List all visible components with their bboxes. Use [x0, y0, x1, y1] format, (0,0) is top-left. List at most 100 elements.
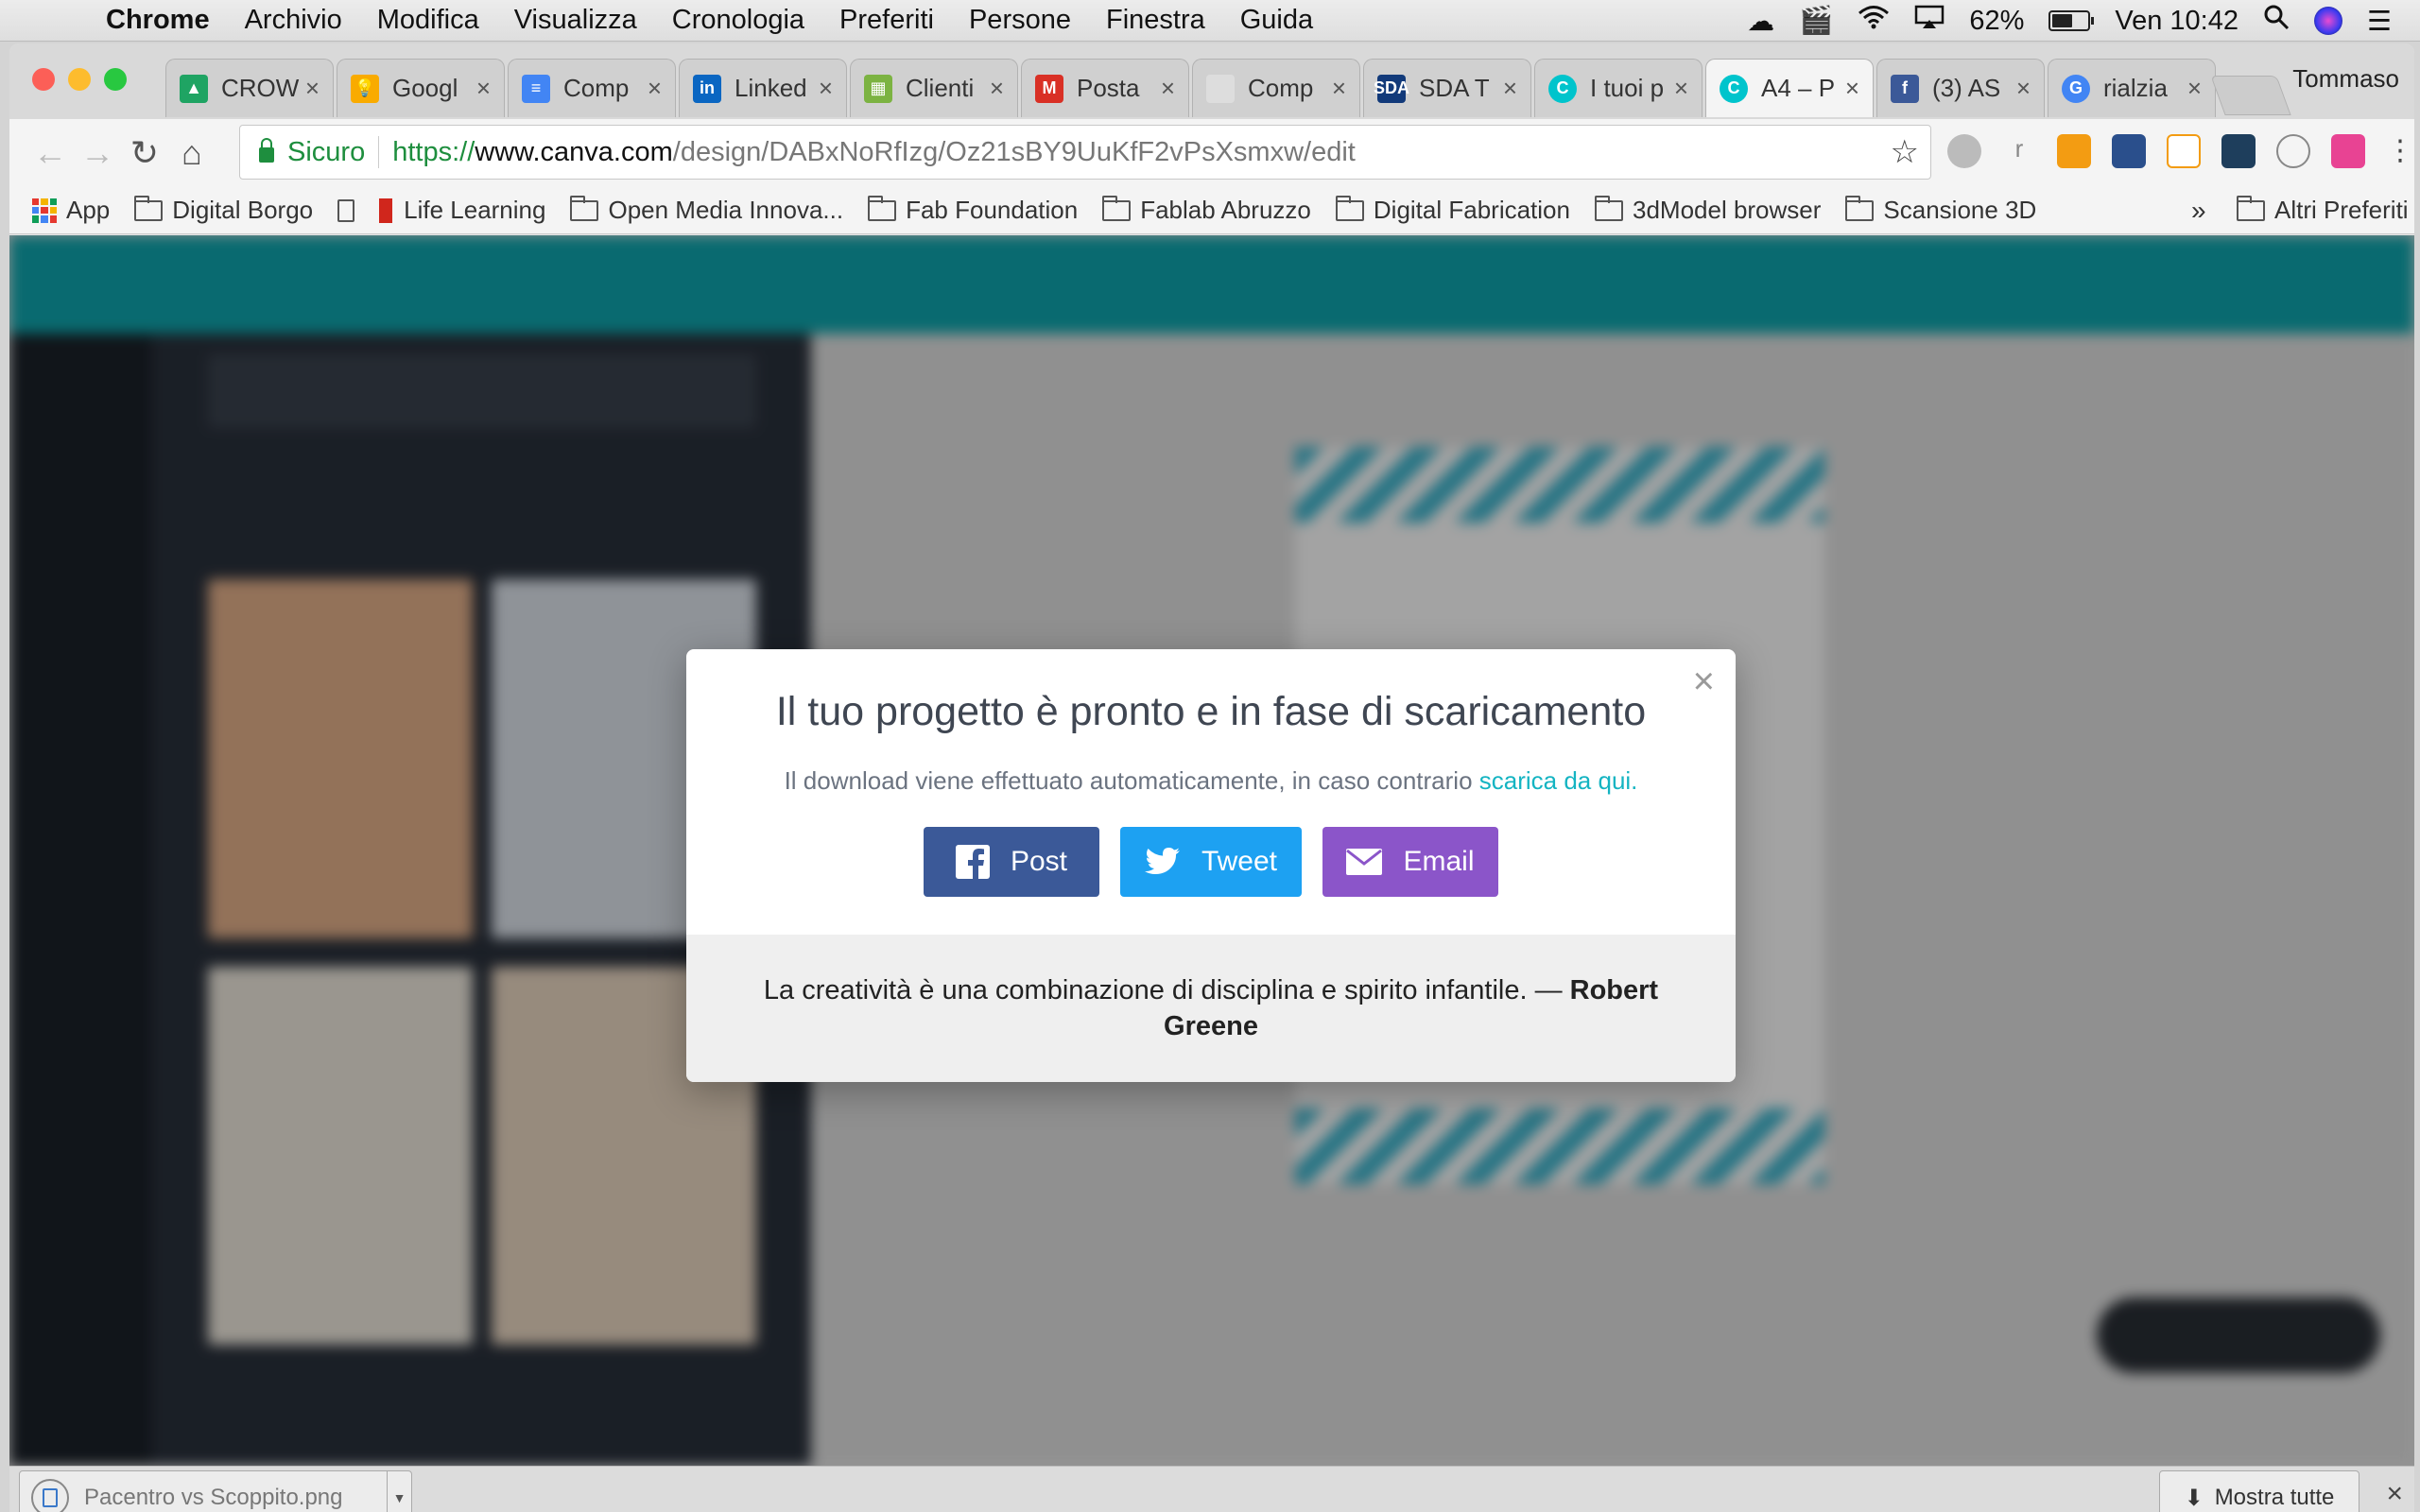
- tab-8[interactable]: C I tuoi p ×: [1534, 59, 1703, 117]
- tab-1[interactable]: 💡 Googl ×: [337, 59, 505, 117]
- bookmark-0[interactable]: App: [32, 196, 110, 225]
- menu-guida[interactable]: Guida: [1240, 5, 1313, 36]
- gmail-icon: M: [1035, 74, 1063, 103]
- other-bookmarks[interactable]: Altri Preferiti: [2237, 195, 2409, 225]
- download-item[interactable]: Pacentro vs Scoppito.png ▼: [19, 1470, 412, 1512]
- secure-label: Sicuro: [287, 136, 366, 167]
- tab-10[interactable]: f (3) AS ×: [1876, 59, 2045, 117]
- bookmark-7[interactable]: Digital Fabrication: [1335, 195, 1570, 225]
- menu-archivio[interactable]: Archivio: [245, 5, 342, 36]
- download-here-link[interactable]: scarica da qui.: [1479, 766, 1638, 795]
- share-facebook-button[interactable]: Post: [924, 827, 1099, 897]
- close-tab-icon[interactable]: ×: [648, 74, 662, 103]
- close-tab-icon[interactable]: ×: [2187, 74, 2202, 103]
- close-tab-icon[interactable]: ×: [819, 74, 833, 103]
- bookmark-8[interactable]: 3dModel browser: [1594, 195, 1821, 225]
- pen-extension-icon[interactable]: [2331, 134, 2365, 168]
- tab-0[interactable]: ▲ CROW ×: [165, 59, 334, 117]
- menu-modifica[interactable]: Modifica: [377, 5, 479, 36]
- compass-extension-icon[interactable]: [1947, 134, 1981, 168]
- close-tab-icon[interactable]: ×: [305, 74, 320, 103]
- keeper-extension-icon[interactable]: [2221, 134, 2256, 168]
- back-arrow-icon[interactable]: ←: [26, 133, 74, 173]
- chevron-down-icon[interactable]: ▼: [387, 1471, 411, 1512]
- folder-icon: [868, 195, 897, 221]
- calendar-extension-icon[interactable]: [2057, 134, 2091, 168]
- bookmarks-overflow-button[interactable]: »: [2191, 196, 2206, 226]
- menu-chrome[interactable]: Chrome: [106, 5, 210, 36]
- share-twitter-button[interactable]: Tweet: [1120, 827, 1302, 897]
- close-tab-icon[interactable]: ×: [1332, 74, 1346, 103]
- macos-menubar: Chrome Archivio Modifica Visualizza Cron…: [0, 0, 2420, 42]
- menu-preferiti[interactable]: Preferiti: [839, 5, 934, 36]
- tab-title: A4 – P: [1761, 74, 1836, 102]
- tab-title: Clienti: [906, 74, 975, 102]
- url-text[interactable]: https://www.canva.com/design/DABxNoRfIzg…: [392, 137, 1356, 168]
- siri-icon[interactable]: [2314, 7, 2342, 35]
- bookmark-6[interactable]: Fablab Abruzzo: [1102, 195, 1311, 225]
- close-window-icon[interactable]: [32, 68, 55, 91]
- bookmark-label: Open Media Innova...: [608, 196, 844, 224]
- bookmark-3[interactable]: Life Learning: [379, 196, 545, 225]
- tab-7[interactable]: SDA SDA T ×: [1363, 59, 1531, 117]
- tab-2[interactable]: ≡ Comp ×: [508, 59, 676, 117]
- icloud-icon[interactable]: ☁: [1747, 5, 1774, 38]
- bookmark-1[interactable]: Digital Borgo: [134, 195, 313, 225]
- tab-4[interactable]: ▦ Clienti ×: [850, 59, 1018, 117]
- battery-percent: 62%: [1969, 5, 2025, 36]
- wifi-icon[interactable]: [1858, 5, 1890, 37]
- menu-finestra[interactable]: Finestra: [1106, 5, 1205, 36]
- tab-6[interactable]: Comp ×: [1192, 59, 1360, 117]
- close-download-shelf-icon[interactable]: ×: [2386, 1478, 2403, 1510]
- close-tab-icon[interactable]: ×: [1161, 74, 1175, 103]
- notification-center-icon[interactable]: ☰: [2367, 5, 2392, 38]
- red-bookmark-icon: [379, 198, 393, 223]
- tab-title: Linked: [735, 74, 807, 102]
- menu-cronologia[interactable]: Cronologia: [672, 5, 804, 36]
- clock[interactable]: Ven 10:42: [2115, 6, 2238, 37]
- bookmark-2[interactable]: [337, 198, 355, 222]
- spotlight-search-icon[interactable]: [2263, 4, 2290, 38]
- tab-11[interactable]: Grialzia ×: [2048, 59, 2216, 117]
- folder-icon: [134, 195, 164, 221]
- tab-9[interactable]: C A4 – P ×: [1705, 59, 1874, 117]
- close-tab-icon[interactable]: ×: [1503, 74, 1517, 103]
- tab-title: I tuoi p: [1590, 74, 1665, 102]
- menu-persone[interactable]: Persone: [969, 5, 1071, 36]
- bookmark-4[interactable]: Open Media Innova...: [570, 195, 844, 225]
- google-drive-icon: ▲: [180, 74, 208, 103]
- profile-name[interactable]: Tommaso: [2292, 64, 2399, 94]
- google-sheets-icon: ▦: [864, 74, 892, 103]
- close-tab-icon[interactable]: ×: [990, 74, 1004, 103]
- close-tab-icon[interactable]: ×: [1845, 74, 1859, 103]
- tab-3[interactable]: in Linked ×: [679, 59, 847, 117]
- share-email-button[interactable]: Email: [1322, 827, 1498, 897]
- home-icon[interactable]: ⌂: [168, 133, 216, 173]
- show-all-label: Mostra tutte: [2214, 1485, 2335, 1510]
- bookmark-star-icon[interactable]: ☆: [1891, 133, 1919, 171]
- menu-visualizza[interactable]: Visualizza: [514, 5, 637, 36]
- minimize-window-icon[interactable]: [68, 68, 91, 91]
- bookmark-9[interactable]: Scansione 3D: [1845, 195, 2036, 225]
- forward-arrow-icon[interactable]: →: [74, 133, 121, 173]
- zoom-window-icon[interactable]: [104, 68, 127, 91]
- new-tab-button[interactable]: [2210, 76, 2291, 115]
- bulb-extension-icon[interactable]: [2276, 134, 2310, 168]
- close-tab-icon[interactable]: ×: [476, 74, 491, 103]
- airplay-icon[interactable]: [1914, 5, 1945, 37]
- bookmark-5[interactable]: Fab Foundation: [868, 195, 1078, 225]
- folder-icon: [570, 195, 599, 221]
- battery-icon[interactable]: [2048, 10, 2095, 31]
- close-tab-icon[interactable]: ×: [1674, 74, 1688, 103]
- address-bar[interactable]: Sicuro https://www.canva.com/design/DABx…: [239, 125, 1931, 180]
- usb-extension-icon[interactable]: [2112, 134, 2146, 168]
- modal-subtitle: Il download viene effettuato automaticam…: [686, 766, 1736, 796]
- close-tab-icon[interactable]: ×: [2016, 74, 2031, 103]
- readability-extension-icon[interactable]: r: [2002, 134, 2036, 168]
- wordreference-extension-icon[interactable]: [2167, 134, 2201, 168]
- chrome-menu-icon[interactable]: ⋮: [2386, 134, 2414, 168]
- tab-5[interactable]: M Posta ×: [1021, 59, 1189, 117]
- reload-icon[interactable]: ↻: [121, 133, 168, 173]
- clapper-icon[interactable]: 🎬: [1799, 5, 1833, 37]
- show-all-downloads-button[interactable]: ⬇ Mostra tutte: [2159, 1470, 2360, 1512]
